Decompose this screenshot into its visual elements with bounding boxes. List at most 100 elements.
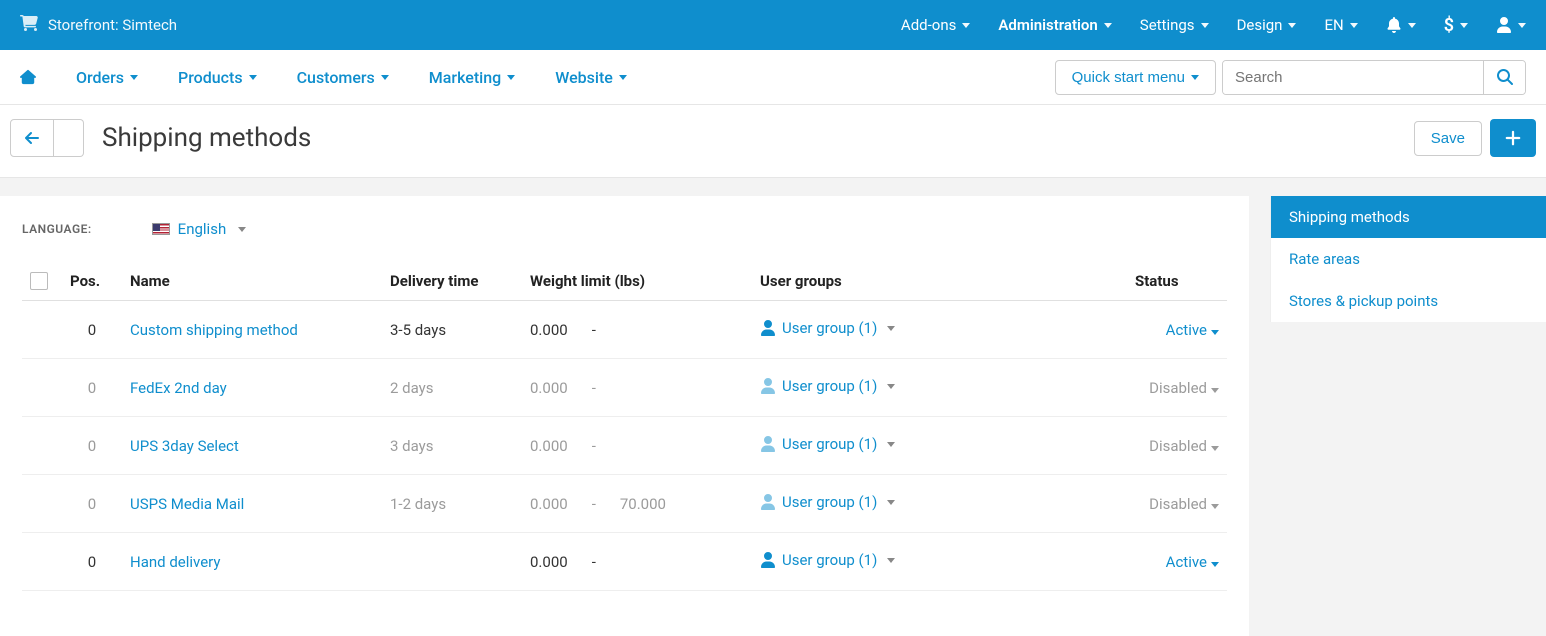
title-bar: Shipping methods Save [0, 105, 1546, 178]
content-wrap: LANGUAGE: English Pos. Name Delivery t [0, 196, 1546, 636]
sidebar-item[interactable]: Stores & pickup points [1271, 280, 1546, 322]
delivery-time: 3 days [382, 417, 522, 475]
flag-us-icon [152, 223, 170, 235]
caret-down-icon [1191, 75, 1199, 80]
sidebar-item[interactable]: Rate areas [1271, 238, 1546, 280]
nav-customers[interactable]: Customers [297, 68, 389, 87]
user-group-selector[interactable]: User group (1) [760, 435, 895, 453]
side-panel: Shipping methodsRate areasStores & picku… [1271, 196, 1546, 322]
main-panel: LANGUAGE: English Pos. Name Delivery t [0, 196, 1249, 636]
back-dropdown[interactable] [54, 119, 84, 157]
select-all-checkbox[interactable] [30, 272, 48, 290]
page-title: Shipping methods [102, 123, 1414, 153]
pos-cell[interactable]: 0 [62, 533, 122, 591]
nav-marketing[interactable]: Marketing [429, 68, 515, 87]
shipping-method-link[interactable]: Custom shipping method [130, 321, 298, 339]
caret-down-icon [238, 227, 246, 232]
caret-down-icon [1518, 23, 1526, 28]
search-group [1222, 60, 1526, 95]
back-button[interactable] [10, 119, 54, 157]
search-button[interactable] [1483, 61, 1525, 94]
col-status[interactable]: Status [1127, 262, 1227, 301]
quick-start-menu[interactable]: Quick start menu [1055, 60, 1216, 95]
pos-cell[interactable]: 0 [62, 301, 122, 359]
caret-down-icon [1201, 23, 1209, 28]
sidebar-item[interactable]: Shipping methods [1271, 196, 1546, 238]
delivery-time: 2 days [382, 359, 522, 417]
table-row: 0 FedEx 2nd day 2 days0.000- User group (1)… [22, 359, 1227, 417]
shipping-methods-table: Pos. Name Delivery time Weight limit (lb… [22, 262, 1227, 591]
weight-limit: 0.000- [522, 533, 752, 591]
status-selector[interactable]: Active [1166, 553, 1219, 571]
user-group-selector[interactable]: User group (1) [760, 493, 895, 511]
shipping-method-link[interactable]: UPS 3day Select [130, 437, 239, 455]
col-weight[interactable]: Weight limit (lbs) [522, 262, 752, 301]
table-row: 0 UPS 3day Select 3 days0.000- User group (… [22, 417, 1227, 475]
status-selector[interactable]: Disabled [1149, 495, 1219, 513]
menu-settings[interactable]: Settings [1140, 16, 1209, 34]
caret-down-icon [1408, 23, 1416, 28]
shipping-method-link[interactable]: USPS Media Mail [130, 495, 244, 513]
home-icon[interactable] [20, 69, 36, 85]
topbar-left: Storefront: Simtech [20, 14, 177, 36]
pos-cell[interactable]: 0 [62, 417, 122, 475]
nav-bar: Orders Products Customers Marketing Webs… [0, 50, 1546, 105]
caret-down-icon [962, 23, 970, 28]
table-row: 0 Custom shipping method 3-5 days0.000- Use… [22, 301, 1227, 359]
language-selector[interactable]: English [152, 220, 247, 238]
caret-down-icon [1460, 23, 1468, 28]
page-background: LANGUAGE: English Pos. Name Delivery t [0, 178, 1546, 636]
menu-administration[interactable]: Administration [998, 16, 1111, 34]
nav-left: Orders Products Customers Marketing Webs… [20, 68, 627, 87]
col-name[interactable]: Name [122, 262, 382, 301]
col-usergroups[interactable]: User groups [752, 262, 1127, 301]
weight-limit: 0.000-70.000 [522, 475, 752, 533]
status-selector[interactable]: Disabled [1149, 437, 1219, 455]
top-bar: Storefront: Simtech Add-ons Administrati… [0, 0, 1546, 50]
caret-down-icon [619, 75, 627, 80]
status-selector[interactable]: Disabled [1149, 379, 1219, 397]
status-selector[interactable]: Active [1166, 321, 1219, 339]
menu-addons[interactable]: Add-ons [901, 16, 970, 34]
user-group-selector[interactable]: User group (1) [760, 319, 895, 337]
language-row: LANGUAGE: English [22, 220, 1227, 238]
user-group-selector[interactable]: User group (1) [760, 551, 895, 569]
table-row: 0 USPS Media Mail 1-2 days0.000-70.000 User… [22, 475, 1227, 533]
caret-down-icon [507, 75, 515, 80]
menu-design[interactable]: Design [1237, 16, 1297, 34]
nav-products[interactable]: Products [178, 68, 257, 87]
pos-cell[interactable]: 0 [62, 475, 122, 533]
col-pos[interactable]: Pos. [62, 262, 122, 301]
add-button[interactable] [1490, 119, 1536, 157]
shipping-method-link[interactable]: Hand delivery [130, 553, 220, 571]
weight-limit: 0.000- [522, 301, 752, 359]
currency-menu[interactable]: $ [1444, 15, 1468, 36]
cart-icon [20, 14, 38, 36]
caret-down-icon [1288, 23, 1296, 28]
language-label: LANGUAGE: [22, 222, 92, 236]
save-button[interactable]: Save [1414, 121, 1482, 156]
menu-language[interactable]: EN [1324, 16, 1357, 34]
caret-down-icon [1350, 23, 1358, 28]
user-menu[interactable] [1496, 17, 1526, 33]
caret-down-icon [130, 75, 138, 80]
weight-limit: 0.000- [522, 417, 752, 475]
title-actions: Save [1414, 119, 1536, 157]
storefront-link[interactable]: Storefront: Simtech [48, 16, 177, 34]
delivery-time: 3-5 days [382, 301, 522, 359]
search-input[interactable] [1223, 61, 1483, 94]
pos-cell[interactable]: 0 [62, 359, 122, 417]
nav-orders[interactable]: Orders [76, 68, 138, 87]
delivery-time: 1-2 days [382, 475, 522, 533]
weight-limit: 0.000- [522, 359, 752, 417]
nav-right: Quick start menu [1055, 60, 1526, 95]
col-delivery[interactable]: Delivery time [382, 262, 522, 301]
user-group-selector[interactable]: User group (1) [760, 377, 895, 395]
caret-down-icon [249, 75, 257, 80]
col-select [22, 262, 62, 301]
topbar-right: Add-ons Administration Settings Design E… [901, 15, 1526, 36]
shipping-method-link[interactable]: FedEx 2nd day [130, 379, 227, 397]
caret-down-icon [1104, 23, 1112, 28]
nav-website[interactable]: Website [555, 68, 627, 87]
notifications-icon[interactable] [1386, 17, 1416, 33]
